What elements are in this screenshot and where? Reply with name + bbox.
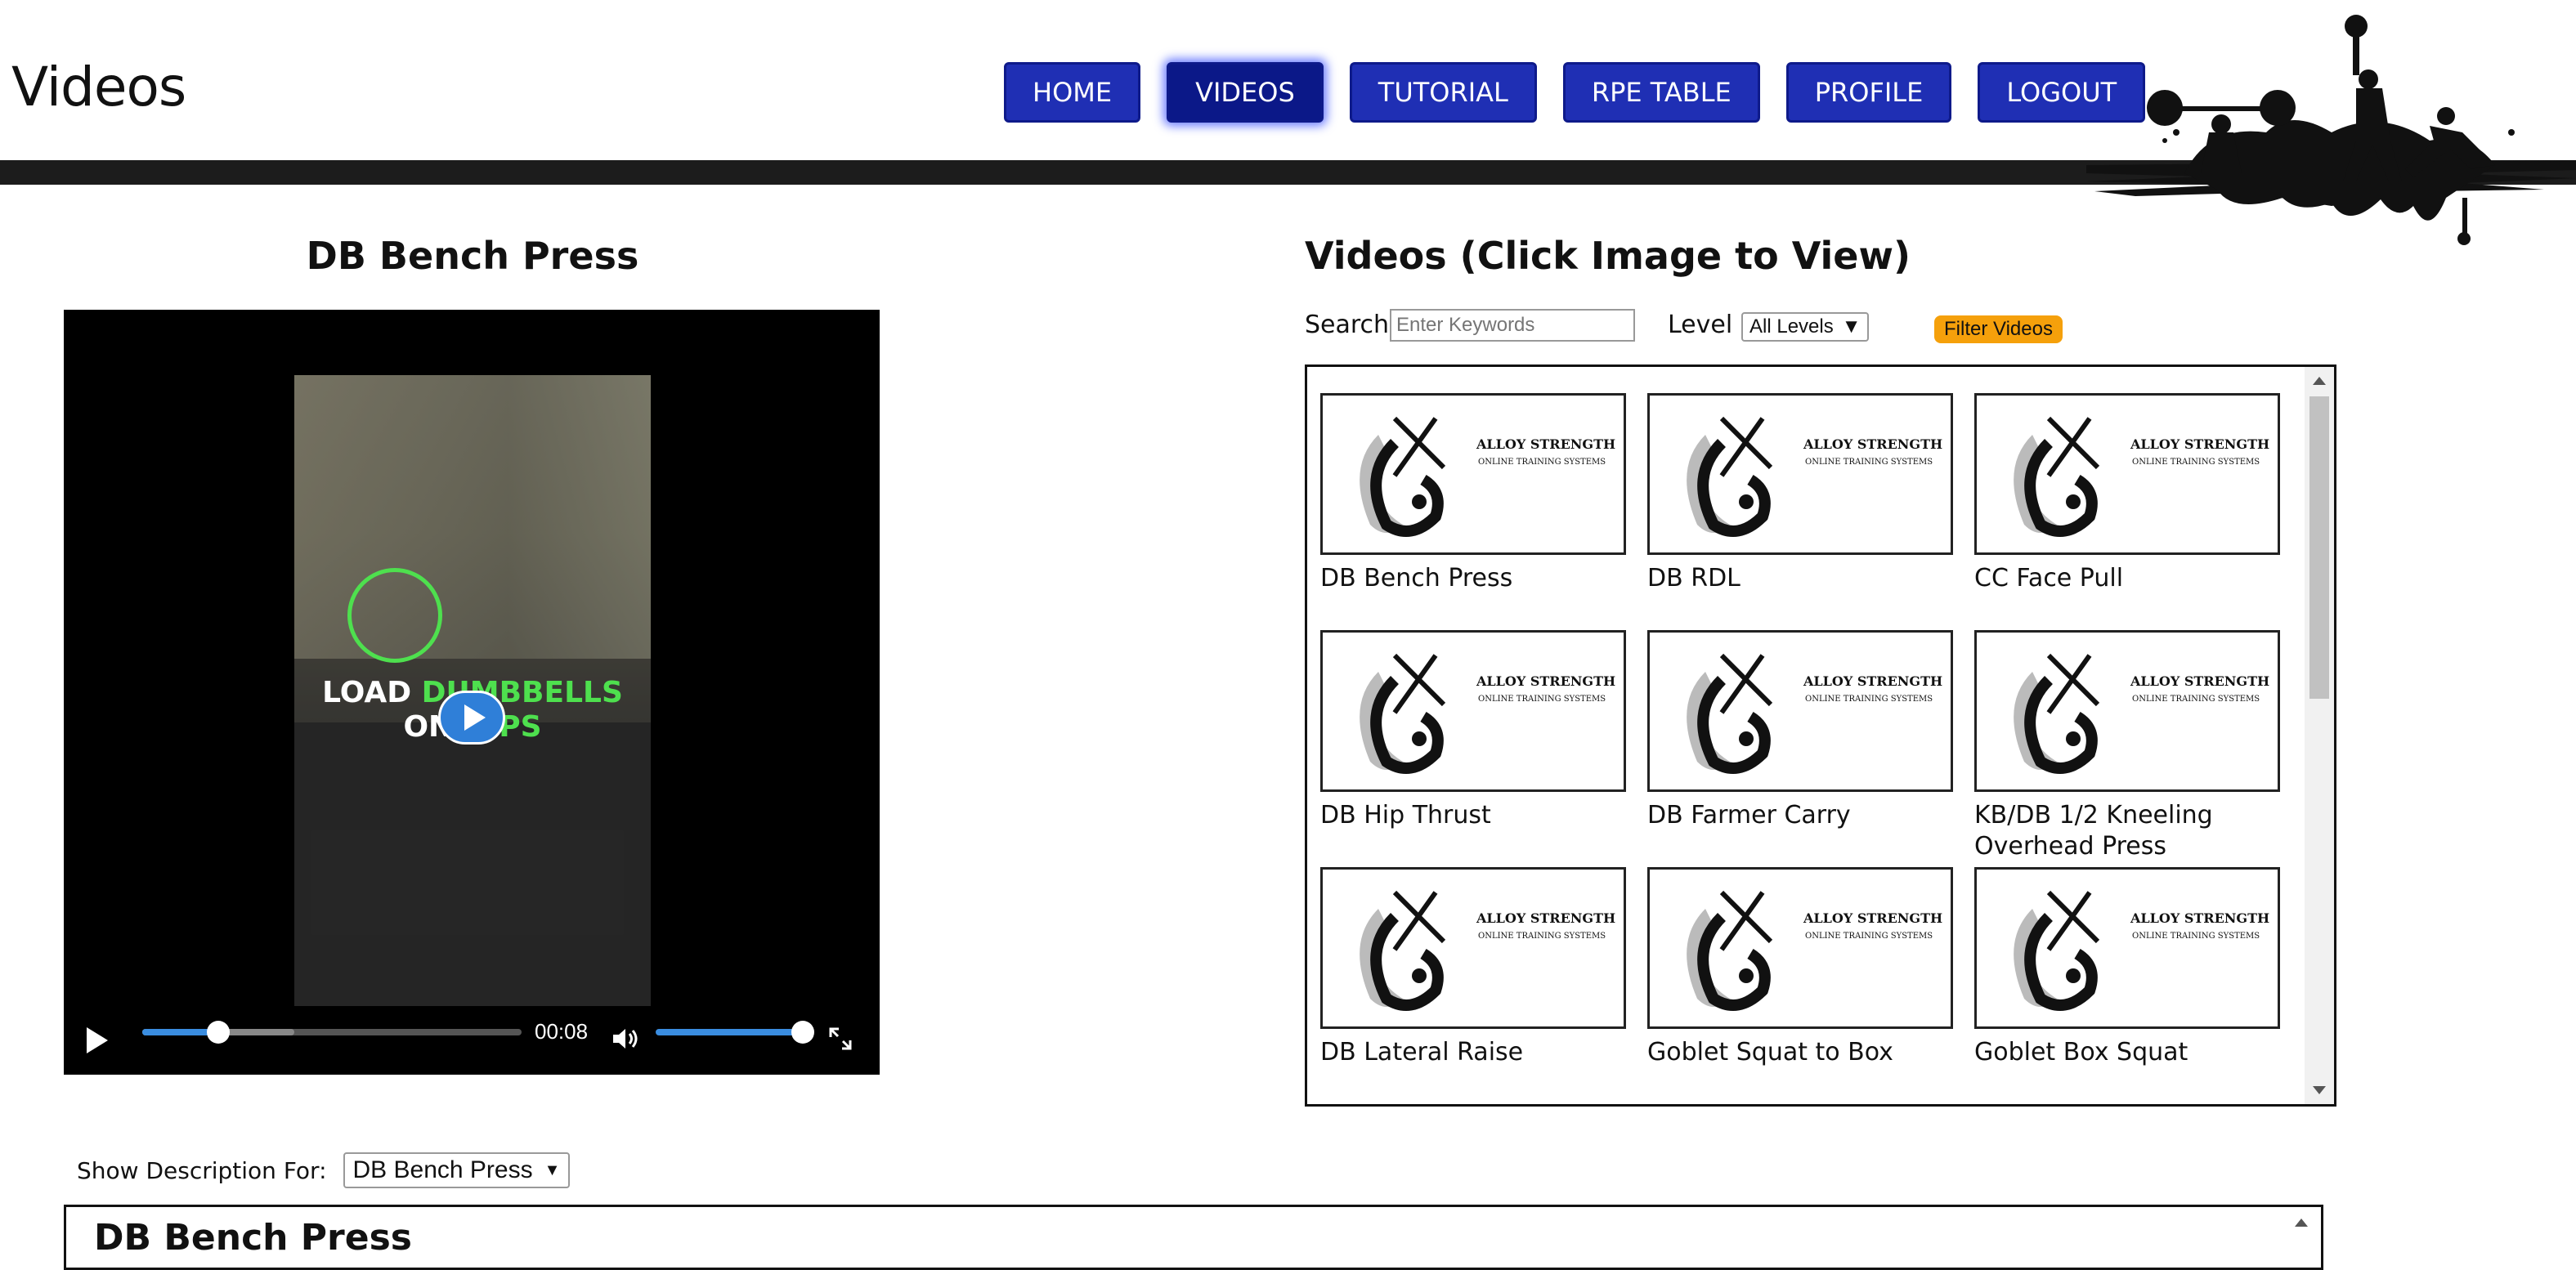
- video-card[interactable]: ALLOY STRENGTH ONLINE TRAINING SYSTEMS DB …: [1647, 393, 1953, 594]
- search-input[interactable]: [1390, 309, 1635, 342]
- nav-tutorial-button[interactable]: TUTORIAL: [1349, 62, 1537, 123]
- video-grid-scrollbar[interactable]: [2305, 367, 2334, 1104]
- filter-videos-button[interactable]: Filter Videos: [1934, 315, 2063, 343]
- description-panel: DB Bench Press: [64, 1205, 2323, 1270]
- alloy-strength-logo-icon: [1687, 653, 1773, 774]
- video-card[interactable]: ALLOY STRENGTH ONLINE TRAINING SYSTEMS CC …: [1974, 393, 2280, 594]
- highlight-circle: [347, 568, 442, 663]
- video-thumbnail[interactable]: ALLOY STRENGTH ONLINE TRAINING SYSTEMS: [1647, 867, 1953, 1029]
- video-controls: 00:08: [64, 1009, 880, 1075]
- video-card-title: DB Bench Press: [1320, 564, 1513, 593]
- video-card-title: KB/DB 1/2 Kneeling Overhead Press: [1974, 801, 2213, 861]
- volume-slider[interactable]: [656, 1021, 814, 1044]
- video-card-title: DB RDL: [1647, 564, 1740, 593]
- seek-handle[interactable]: [206, 1021, 230, 1044]
- time-display: 00:08: [535, 1019, 589, 1044]
- volume-handle[interactable]: [791, 1021, 814, 1044]
- scroll-up-icon[interactable]: [2313, 377, 2326, 385]
- video-card[interactable]: ALLOY STRENGTH ONLINE TRAINING SYSTEMS KB/…: [1974, 630, 2280, 862]
- video-card[interactable]: ALLOY STRENGTH ONLINE TRAINING SYSTEMS DB …: [1320, 630, 1626, 831]
- video-card-title: DB Hip Thrust: [1320, 801, 1491, 830]
- level-label: Level: [1668, 311, 1733, 339]
- video-thumbnail[interactable]: ALLOY STRENGTH ONLINE TRAINING SYSTEMS: [1974, 630, 2280, 792]
- description-label: Show Description For:: [77, 1156, 327, 1184]
- video-grid: ALLOY STRENGTH ONLINE TRAINING SYSTEMS DB …: [1305, 364, 2336, 1107]
- description-select[interactable]: DB Bench Press ▼: [343, 1152, 571, 1188]
- search-label: Search: [1305, 311, 1390, 339]
- video-player[interactable]: LOAD DUMBBELLS ON HIPS 00:08: [64, 310, 880, 1075]
- video-card-title: CC Face Pull: [1974, 564, 2124, 593]
- video-card-title: Goblet Box Squat: [1974, 1038, 2188, 1067]
- video-list-heading: Videos (Click Image to View): [1305, 234, 1911, 278]
- level-select[interactable]: All Levels ▼: [1741, 312, 1870, 342]
- video-card[interactable]: ALLOY STRENGTH ONLINE TRAINING SYSTEMS DB …: [1647, 630, 1953, 831]
- nav-videos-button[interactable]: VIDEOS: [1167, 62, 1324, 123]
- alloy-strength-logo-icon: [1360, 416, 1446, 537]
- video-card[interactable]: ALLOY STRENGTH ONLINE TRAINING SYSTEMS DB …: [1320, 867, 1626, 1068]
- video-card[interactable]: ALLOY STRENGTH ONLINE TRAINING SYSTEMS Gob…: [1974, 867, 2280, 1068]
- video-thumbnail[interactable]: ALLOY STRENGTH ONLINE TRAINING SYSTEMS: [1320, 393, 1626, 555]
- alloy-strength-logo-icon: [1687, 890, 1773, 1011]
- volume-icon[interactable]: [608, 1022, 641, 1055]
- dropdown-arrow-icon: ▼: [1841, 315, 1861, 338]
- fullscreen-icon[interactable]: [824, 1022, 857, 1055]
- scroll-up-icon[interactable]: [2295, 1219, 2308, 1227]
- video-card-title: DB Farmer Carry: [1647, 801, 1851, 830]
- video-thumbnail[interactable]: ALLOY STRENGTH ONLINE TRAINING SYSTEMS: [1320, 630, 1626, 792]
- athletes-logo: [2086, 15, 2576, 245]
- video-thumbnail[interactable]: ALLOY STRENGTH ONLINE TRAINING SYSTEMS: [1974, 393, 2280, 555]
- main-nav: HOME VIDEOS TUTORIAL RPE TABLE PROFILE L…: [1004, 62, 2146, 123]
- page-title: Videos: [11, 56, 186, 119]
- scroll-down-icon[interactable]: [2313, 1086, 2326, 1094]
- video-thumbnail[interactable]: ALLOY STRENGTH ONLINE TRAINING SYSTEMS: [1647, 630, 1953, 792]
- alloy-strength-logo-icon: [2014, 653, 2100, 774]
- video-card[interactable]: ALLOY STRENGTH ONLINE TRAINING SYSTEMS Gob…: [1647, 867, 1953, 1068]
- dropdown-arrow-icon: ▼: [544, 1160, 561, 1179]
- seek-bar[interactable]: [142, 1021, 522, 1044]
- alloy-strength-logo-icon: [1360, 890, 1446, 1011]
- alloy-strength-logo-icon: [1687, 416, 1773, 537]
- video-thumbnail[interactable]: ALLOY STRENGTH ONLINE TRAINING SYSTEMS: [1974, 867, 2280, 1029]
- alloy-strength-logo-icon: [1360, 653, 1446, 774]
- description-selector-row: Show Description For: DB Bench Press ▼: [77, 1152, 571, 1188]
- nav-home-button[interactable]: HOME: [1004, 62, 1141, 123]
- nav-rpe-table-button[interactable]: RPE TABLE: [1562, 62, 1760, 123]
- description-title: DB Bench Press: [94, 1217, 412, 1259]
- alloy-strength-logo-icon: [2014, 416, 2100, 537]
- current-video-title: DB Bench Press: [306, 234, 639, 278]
- video-thumbnail[interactable]: ALLOY STRENGTH ONLINE TRAINING SYSTEMS: [1647, 393, 1953, 555]
- video-card[interactable]: ALLOY STRENGTH ONLINE TRAINING SYSTEMS DB …: [1320, 393, 1626, 594]
- scroll-thumb[interactable]: [2309, 396, 2329, 699]
- video-card-title: DB Lateral Raise: [1320, 1038, 1524, 1067]
- video-thumbnail[interactable]: ALLOY STRENGTH ONLINE TRAINING SYSTEMS: [1320, 867, 1626, 1029]
- alloy-strength-logo-icon: [2014, 890, 2100, 1011]
- nav-profile-button[interactable]: PROFILE: [1785, 62, 1952, 123]
- play-icon[interactable]: [87, 1027, 108, 1053]
- big-play-button[interactable]: [438, 691, 505, 745]
- video-card-title: Goblet Squat to Box: [1647, 1038, 1893, 1067]
